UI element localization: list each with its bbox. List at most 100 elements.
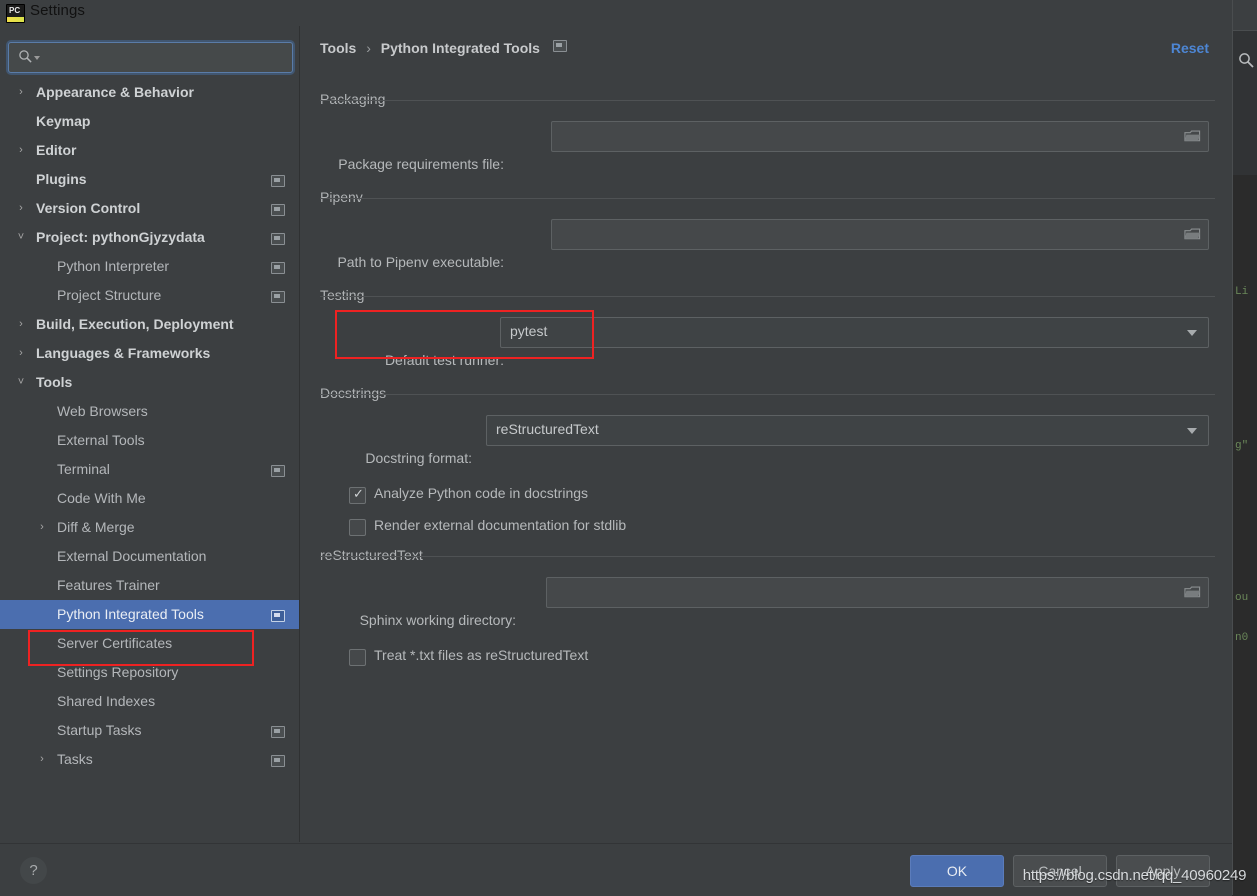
sidebar-item-tools[interactable]: ˅ Tools [0,368,299,397]
sidebar-item-shared-indexes[interactable]: Shared Indexes [0,687,299,716]
chevron-right-icon[interactable]: › [14,194,28,223]
module-scope-icon[interactable] [271,726,285,738]
sidebar-item-version-control[interactable]: › Version Control [0,194,299,223]
chevron-right-icon[interactable]: › [14,136,28,165]
module-scope-icon[interactable] [552,40,567,52]
folder-icon[interactable] [1184,585,1201,599]
background-code-line: Li [1235,286,1249,298]
sidebar-item-label: External Tools [57,432,145,448]
chevron-right-icon[interactable]: › [14,78,28,107]
chevron-down-icon[interactable] [1187,428,1197,434]
reset-link[interactable]: Reset [1171,40,1209,56]
module-scope-icon[interactable] [271,204,285,216]
pipenv-path-field[interactable] [551,219,1209,250]
sidebar-item-appearance-behavior[interactable]: › Appearance & Behavior [0,78,299,107]
package-requirements-field[interactable] [551,121,1209,152]
module-scope-icon[interactable] [271,262,285,274]
folder-icon[interactable] [1184,129,1201,143]
docstring-format-value: reStructuredText [496,421,599,437]
search-dropdown-caret-icon[interactable] [34,56,40,60]
sidebar-item-keymap[interactable]: Keymap [0,107,299,136]
chevron-right-icon[interactable]: › [35,745,49,774]
module-scope-icon[interactable] [271,465,285,477]
sidebar-item-external-tools[interactable]: External Tools [0,426,299,455]
sidebar-item-label: Version Control [36,200,141,216]
cancel-button[interactable]: Cancel [1013,855,1107,887]
chevron-right-icon[interactable]: › [14,310,28,339]
checkbox-label: Analyze Python code in docstrings [374,485,589,501]
dialog-footer: ? OK Cancel Apply [0,843,1232,896]
checkbox-box[interactable] [349,649,366,666]
apply-button[interactable]: Apply [1116,855,1210,887]
package-requirements-label: Package requirements file: [338,156,504,172]
sidebar-item-label: Appearance & Behavior [36,84,194,100]
search-input[interactable] [43,44,287,72]
pycharm-icon: PC [6,4,25,23]
sidebar-item-code-with-me[interactable]: Code With Me [0,484,299,513]
sidebar-item-label: Project Structure [57,287,162,303]
sidebar-item-editor[interactable]: › Editor [0,136,299,165]
background-search-icon [1239,53,1254,68]
folder-icon[interactable] [1184,227,1201,241]
section-restructuredtext: reStructuredText [320,547,1215,569]
background-ide-window: Li g" ou n0 [1232,0,1257,895]
breadcrumb-root[interactable]: Tools [320,40,356,56]
module-scope-icon[interactable] [271,175,285,187]
checkbox-box[interactable]: ✓ [349,486,366,504]
sidebar-item-python-interpreter[interactable]: Python Interpreter [0,252,299,281]
sidebar-item-label: Python Integrated Tools [57,606,204,622]
settings-content-pane: Tools › Python Integrated Tools Reset Pa… [300,26,1232,842]
section-docstrings: Docstrings [320,385,1215,407]
sidebar-item-plugins[interactable]: Plugins [0,165,299,194]
sidebar-item-label: Editor [36,142,77,158]
module-scope-icon[interactable] [271,291,285,303]
background-editor [1233,175,1257,895]
section-divider [320,100,1215,101]
settings-sidebar: › Appearance & Behavior Keymap › Editor Plugi… [0,26,300,842]
sidebar-item-label: Terminal [57,461,110,477]
default-test-runner-value: pytest [510,323,548,339]
sidebar-item-terminal[interactable]: Terminal [0,455,299,484]
search-box[interactable] [8,42,293,73]
chevron-down-icon[interactable]: ˅ [14,223,28,252]
sidebar-item-label: Plugins [36,171,87,187]
sidebar-item-languages-frameworks[interactable]: › Languages & Frameworks [0,339,299,368]
sidebar-item-label: Tools [36,374,73,390]
sidebar-item-label: Web Browsers [57,403,148,419]
module-scope-icon[interactable] [271,233,285,245]
default-test-runner-dropdown[interactable]: pytest [500,317,1209,348]
sidebar-item-project-pythongjyzydata[interactable]: ˅ Project: pythonGjyzydata [0,223,299,252]
chevron-right-icon[interactable]: › [14,339,28,368]
ok-button[interactable]: OK [910,855,1004,887]
checkmark-icon: ✓ [353,486,364,501]
docstring-format-dropdown[interactable]: reStructuredText [486,415,1209,446]
chevron-right-icon[interactable]: › [35,513,49,542]
sidebar-item-web-browsers[interactable]: Web Browsers [0,397,299,426]
sphinx-dir-field[interactable] [546,577,1209,608]
help-button[interactable]: ? [20,857,47,884]
background-code-line: ou [1235,592,1249,604]
background-toolbar [1233,0,1257,31]
module-scope-icon[interactable] [271,610,285,622]
sidebar-item-build-execution-deployment[interactable]: › Build, Execution, Deployment [0,310,299,339]
sidebar-item-external-documentation[interactable]: External Documentation [0,542,299,571]
sidebar-item-diff-merge[interactable]: › Diff & Merge [0,513,299,542]
sphinx-dir-label: Sphinx working directory: [359,612,516,628]
chevron-down-icon[interactable] [1187,330,1197,336]
module-scope-icon[interactable] [271,755,285,767]
sidebar-item-features-trainer[interactable]: Features Trainer [0,571,299,600]
sidebar-item-label: Build, Execution, Deployment [36,316,234,332]
checkbox-box[interactable] [349,519,366,536]
sidebar-item-project-structure[interactable]: Project Structure [0,281,299,310]
sidebar-item-settings-repository[interactable]: Settings Repository [0,658,299,687]
sidebar-item-server-certificates[interactable]: Server Certificates [0,629,299,658]
breadcrumb-leaf: Python Integrated Tools [380,40,540,56]
sidebar-item-python-integrated-tools[interactable]: Python Integrated Tools [0,600,299,629]
sidebar-item-tasks[interactable]: › Tasks [0,745,299,774]
section-title: Pipenv [320,189,371,205]
docstring-format-label: Docstring format: [365,450,472,466]
sidebar-item-startup-tasks[interactable]: Startup Tasks [0,716,299,745]
section-divider [320,198,1215,199]
chevron-down-icon[interactable]: ˅ [14,368,28,397]
section-divider [320,394,1215,395]
